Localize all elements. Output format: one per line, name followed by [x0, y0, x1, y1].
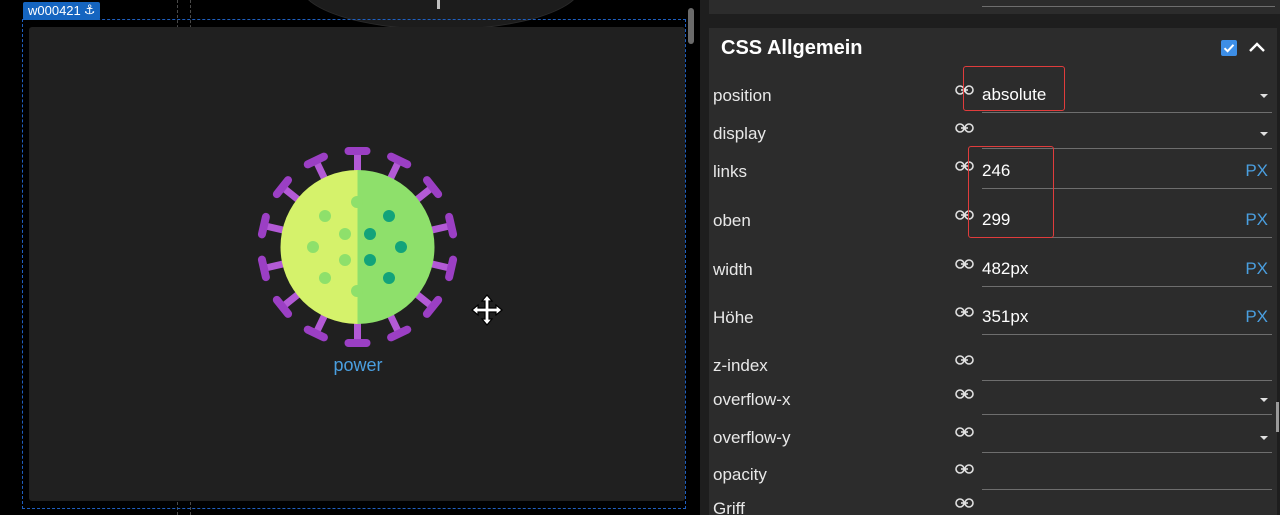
- section-title: CSS Allgemein: [721, 37, 863, 59]
- property-value[interactable]: 482px: [982, 259, 1028, 279]
- property-select[interactable]: [982, 452, 1272, 453]
- gauge-tick: [437, 0, 440, 9]
- property-input[interactable]: [982, 286, 1272, 287]
- property-row-width: width 482px PX: [709, 258, 1277, 300]
- link-icon[interactable]: [955, 388, 974, 400]
- virus-spike-cap: [445, 212, 458, 239]
- property-input[interactable]: [982, 334, 1272, 335]
- widget-id-text: w000421: [28, 3, 81, 18]
- property-label: Griff: [713, 499, 745, 515]
- unit-selector[interactable]: PX: [1245, 307, 1268, 327]
- property-row-griff: Griff: [709, 497, 1277, 515]
- virus-spike-cap: [257, 255, 270, 282]
- properties-panel: CSS Allgemein position absolute display lin…: [700, 0, 1280, 515]
- editor-canvas[interactable]: w000421 ⚓ power: [0, 0, 700, 515]
- virus-spike-cap: [387, 152, 412, 169]
- property-label: Höhe: [713, 308, 754, 327]
- panel-scrollbar[interactable]: [1276, 402, 1279, 432]
- highlight-box: [963, 66, 1065, 111]
- virus-spike-cap: [303, 325, 328, 342]
- property-row-overflow-x: overflow-x: [709, 388, 1277, 430]
- property-label: overflow-y: [713, 428, 791, 447]
- chevron-up-icon[interactable]: [1247, 38, 1267, 58]
- section-enable-checkbox[interactable]: [1221, 40, 1237, 56]
- link-icon[interactable]: [955, 354, 974, 366]
- link-icon[interactable]: [955, 463, 974, 475]
- property-label: oben: [713, 211, 751, 230]
- link-icon[interactable]: [955, 426, 974, 438]
- property-label: opacity: [713, 465, 767, 484]
- link-icon[interactable]: [955, 306, 974, 318]
- virus-spike-cap: [303, 152, 328, 169]
- move-cursor-icon: [471, 294, 503, 326]
- unit-selector[interactable]: PX: [1245, 210, 1268, 230]
- property-label: z-index: [713, 356, 768, 375]
- unit-selector[interactable]: PX: [1245, 161, 1268, 181]
- virus-icon: [257, 147, 458, 347]
- dropdown-caret-icon[interactable]: [1260, 94, 1268, 98]
- property-select[interactable]: [982, 414, 1272, 415]
- virus-spike-cap: [445, 255, 458, 282]
- property-select[interactable]: [982, 112, 1272, 113]
- property-label: position: [713, 86, 772, 105]
- dropdown-caret-icon[interactable]: [1260, 132, 1268, 136]
- link-icon[interactable]: [955, 258, 974, 270]
- canvas-scrollbar[interactable]: [688, 8, 694, 44]
- property-input[interactable]: [982, 380, 1272, 381]
- property-label: width: [713, 260, 753, 279]
- virus-spike-cap: [387, 325, 412, 342]
- property-row-overflow-y: overflow-y: [709, 426, 1277, 468]
- virus-spike-cap: [257, 212, 270, 239]
- property-label: links: [713, 162, 748, 181]
- highlight-box: [968, 146, 1054, 238]
- property-label: display: [713, 124, 766, 143]
- dropdown-caret-icon[interactable]: [1260, 436, 1268, 440]
- anchor-icon: ⚓: [83, 3, 96, 18]
- check-icon: [1223, 44, 1235, 53]
- previous-section-row: [709, 0, 1280, 14]
- widget-id-tag[interactable]: w000421 ⚓: [23, 2, 101, 20]
- link-icon[interactable]: [955, 497, 974, 509]
- property-input[interactable]: [982, 489, 1272, 490]
- property-value[interactable]: 351px: [982, 307, 1028, 327]
- property-row-h-he: Höhe 351px PX: [709, 306, 1277, 348]
- property-label: overflow-x: [713, 390, 791, 409]
- unit-selector[interactable]: PX: [1245, 259, 1268, 279]
- link-icon[interactable]: [955, 122, 974, 134]
- widget-label: power: [333, 355, 383, 375]
- dropdown-caret-icon[interactable]: [1260, 398, 1268, 402]
